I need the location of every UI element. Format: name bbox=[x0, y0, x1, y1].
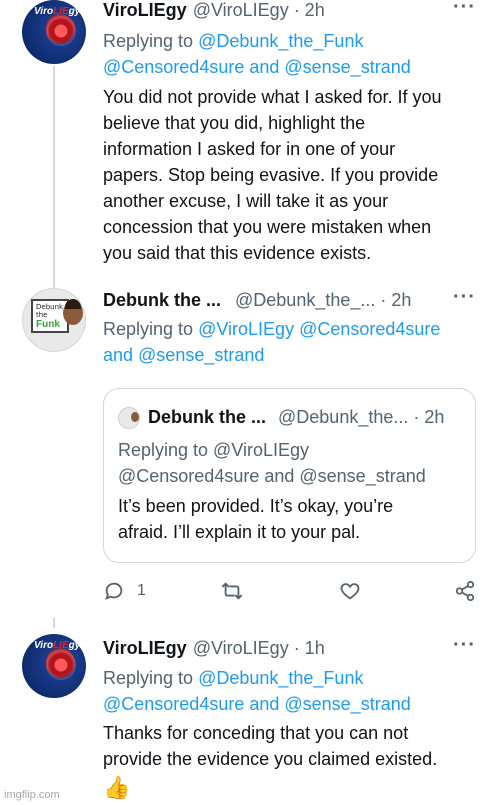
quoted-replying-to-line: Replying to @ViroLIEgy bbox=[118, 440, 310, 460]
retweet-button[interactable] bbox=[221, 580, 243, 602]
tweet-text-line: Thanks for conceding that you can not bbox=[103, 723, 409, 743]
more-horizontal-icon[interactable]: ··· bbox=[453, 286, 476, 309]
tweet-text: Thanks for conceding that you can not pr… bbox=[103, 720, 437, 772]
quoted-tweet-text: It’s been provided. It’s okay, you’re af… bbox=[118, 493, 393, 545]
like-button[interactable] bbox=[339, 580, 361, 602]
tweet-action-bar: 1 bbox=[103, 580, 475, 606]
display-name[interactable]: ViroLIEgy bbox=[103, 0, 187, 21]
quoted-avatar bbox=[118, 407, 140, 429]
mention-link[interactable]: @Censored4sure and @sense_strand bbox=[103, 692, 411, 717]
mention-link[interactable]: @Debunk_the_Funk bbox=[198, 668, 363, 688]
replying-to-line: Replying to @Debunk_the_Funk bbox=[103, 29, 363, 54]
thumbs-up-emoji-icon: 👍 bbox=[103, 775, 131, 800]
tweet-text-line: information I asked for in one of your bbox=[103, 139, 396, 159]
quoted-replying-to-line: @Censored4sure and @sense_strand bbox=[118, 466, 426, 486]
mention-link[interactable]: @Censored4sure and @sense_strand bbox=[103, 55, 411, 80]
avatar-logo-text: ViroLIEgy bbox=[34, 6, 81, 17]
imgflip-watermark: imgflip.com bbox=[4, 789, 60, 801]
tweet-text-line: afraid. I’ll explain it to your pal. bbox=[118, 522, 361, 542]
reply-icon bbox=[105, 582, 123, 600]
more-horizontal-icon[interactable]: ··· bbox=[453, 0, 476, 19]
tweet-text-line: you said that this evidence exists. bbox=[103, 243, 372, 263]
tweet-text-line: It’s been provided. It’s okay, you’re bbox=[118, 496, 394, 516]
tweet-text-line: You did not provide what I asked for. If… bbox=[103, 87, 442, 107]
share-icon bbox=[455, 580, 475, 602]
tweet-header: ViroLIEgy @ViroLIEgy · 2h bbox=[103, 0, 325, 21]
mention-link[interactable]: @Debunk_the_Funk bbox=[198, 31, 363, 51]
virus-icon bbox=[48, 18, 74, 44]
tweet-header: ViroLIEgy @ViroLIEgy · 1h bbox=[103, 638, 325, 659]
replying-to-label: Replying to bbox=[103, 31, 194, 51]
share-button[interactable] bbox=[454, 580, 476, 602]
avatar-board-text: Debunk the bbox=[36, 303, 64, 319]
replying-to-label: Replying to bbox=[103, 319, 194, 339]
reply-button[interactable]: 1 bbox=[103, 580, 146, 602]
display-name[interactable]: ViroLIEgy bbox=[103, 638, 187, 659]
avatar[interactable]: ViroLIEgy bbox=[22, 634, 86, 698]
mention-link[interactable]: @ViroLIEgy @Censored4sure bbox=[198, 319, 440, 339]
tweet-text-line: concession that you were mistaken when bbox=[103, 217, 432, 237]
replying-to-label: Replying to bbox=[103, 668, 194, 688]
tweet-text-line: another excuse, I will take it as your bbox=[103, 191, 389, 211]
thread-line bbox=[53, 66, 55, 288]
handle-and-time[interactable]: @ViroLIEgy · 1h bbox=[193, 638, 325, 659]
handle-and-time[interactable]: @Debunk_the_... · 2h bbox=[235, 290, 411, 311]
mention-link[interactable]: and @sense_strand bbox=[103, 343, 264, 368]
more-horizontal-icon[interactable]: ··· bbox=[453, 634, 476, 657]
thread-line bbox=[53, 618, 55, 628]
tweet-text-line: papers. Stop being evasive. If you provi… bbox=[103, 165, 439, 185]
avatar-face bbox=[63, 299, 83, 325]
handle-and-time[interactable]: @ViroLIEgy · 2h bbox=[193, 0, 325, 21]
avatar-board-text: Funk bbox=[36, 319, 60, 330]
quoted-handle-and-time: @Debunk_the... · 2h bbox=[278, 407, 445, 427]
quoted-tweet-header: Debunk the ... @Debunk_the... · 2h bbox=[148, 407, 444, 428]
quoted-display-name: Debunk the ... bbox=[148, 407, 267, 427]
heart-icon bbox=[340, 583, 360, 600]
avatar[interactable]: Debunk the Funk bbox=[22, 288, 86, 352]
avatar[interactable]: ViroLIEgy bbox=[22, 0, 86, 64]
replying-to-line: Replying to @ViroLIEgy @Censored4sure bbox=[103, 317, 440, 342]
replying-to-line: Replying to @Debunk_the_Funk bbox=[103, 666, 363, 691]
tweet-text: You did not provide what I asked for. If… bbox=[103, 84, 442, 266]
tweet-text-line: provide the evidence you claimed existed… bbox=[103, 749, 438, 769]
quoted-tweet[interactable]: Debunk the ... @Debunk_the... · 2h Reply… bbox=[103, 388, 476, 563]
tweet-text-line: believe that you did, highlight the bbox=[103, 113, 366, 133]
reply-count: 1 bbox=[137, 582, 146, 599]
tweet-header: Debunk the ... @Debunk_the_... · 2h bbox=[103, 290, 411, 311]
retweet-icon bbox=[221, 582, 243, 600]
virus-icon bbox=[48, 652, 74, 678]
avatar-logo-text: ViroLIEgy bbox=[34, 640, 81, 651]
display-name[interactable]: Debunk the ... bbox=[103, 290, 221, 311]
